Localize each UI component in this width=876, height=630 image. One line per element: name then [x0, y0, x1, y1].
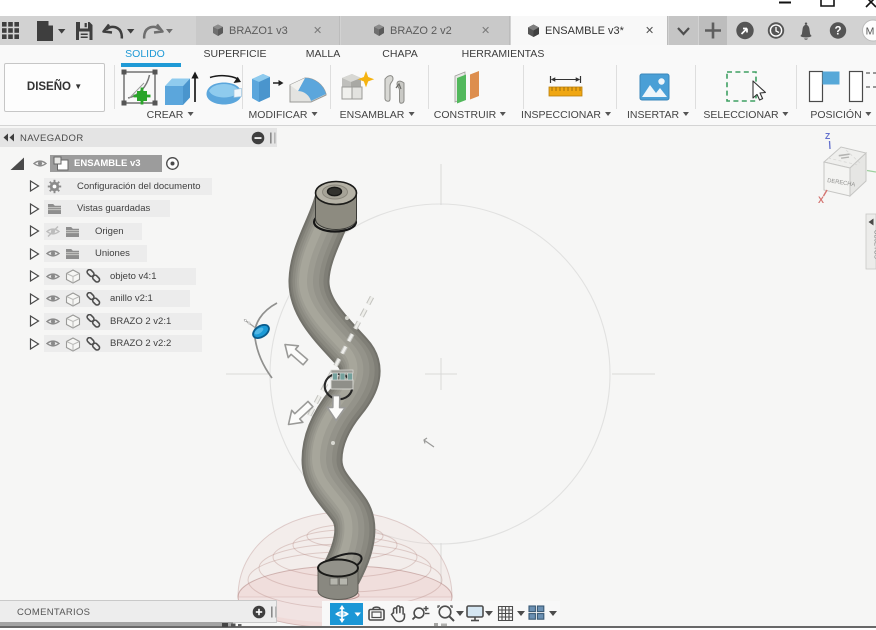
svg-text:OBJETOS: OBJETOS [873, 230, 876, 259]
svg-text:?: ? [834, 26, 841, 38]
svg-text:Z: Z [825, 131, 830, 141]
svg-text:M: M [866, 26, 875, 38]
svg-text:X: X [818, 195, 824, 205]
